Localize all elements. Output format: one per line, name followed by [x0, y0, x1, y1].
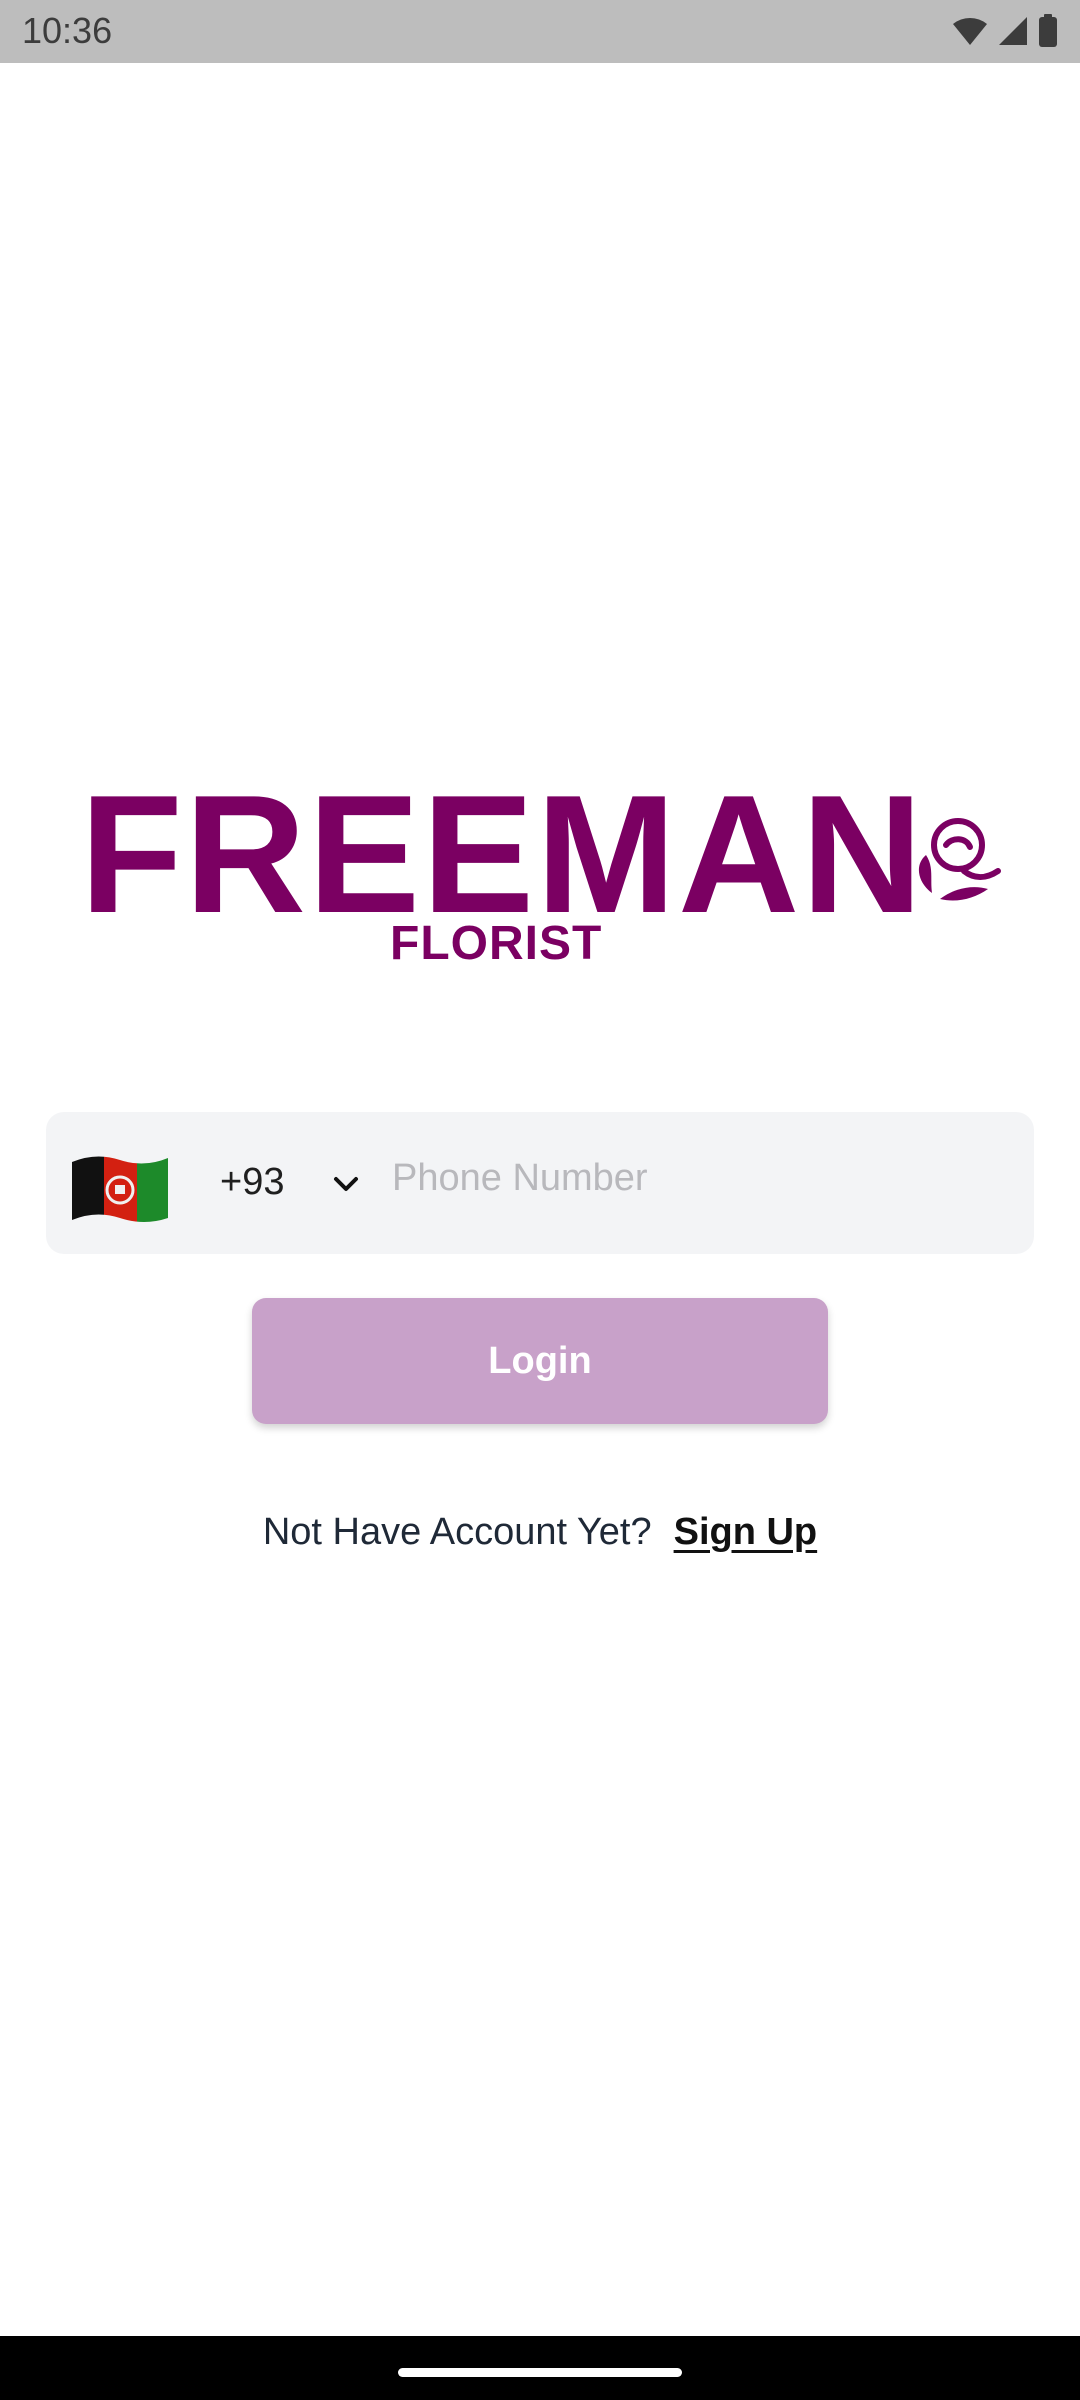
battery-icon — [1039, 14, 1057, 47]
afghanistan-flag-icon[interactable] — [70, 1152, 170, 1226]
phone-number-field: +93 — [46, 1112, 1034, 1254]
phone-number-input[interactable] — [392, 1148, 1012, 1208]
logo-title: FREEMAN — [80, 760, 925, 948]
cellular-signal-icon — [999, 17, 1027, 45]
sign-up-link[interactable]: Sign Up — [674, 1511, 818, 1554]
status-bar: 10:36 — [0, 0, 1080, 63]
chevron-down-icon[interactable] — [332, 1170, 360, 1198]
login-button[interactable]: Login — [252, 1298, 828, 1424]
wifi-icon — [953, 17, 987, 45]
signup-row: Not Have Account Yet? Sign Up — [0, 1504, 1080, 1560]
logo-subtitle: FLORIST — [390, 917, 603, 970]
rose-icon — [918, 818, 1001, 901]
country-code[interactable]: +93 — [220, 1156, 284, 1208]
brand-logo: FREEMAN FLORIST — [80, 770, 1010, 980]
status-icons — [952, 14, 1058, 48]
navigation-bar — [0, 2336, 1080, 2400]
status-time: 10:36 — [22, 10, 113, 51]
home-gesture-handle[interactable] — [398, 2368, 682, 2377]
signup-prompt: Not Have Account Yet? — [262, 1510, 652, 1553]
